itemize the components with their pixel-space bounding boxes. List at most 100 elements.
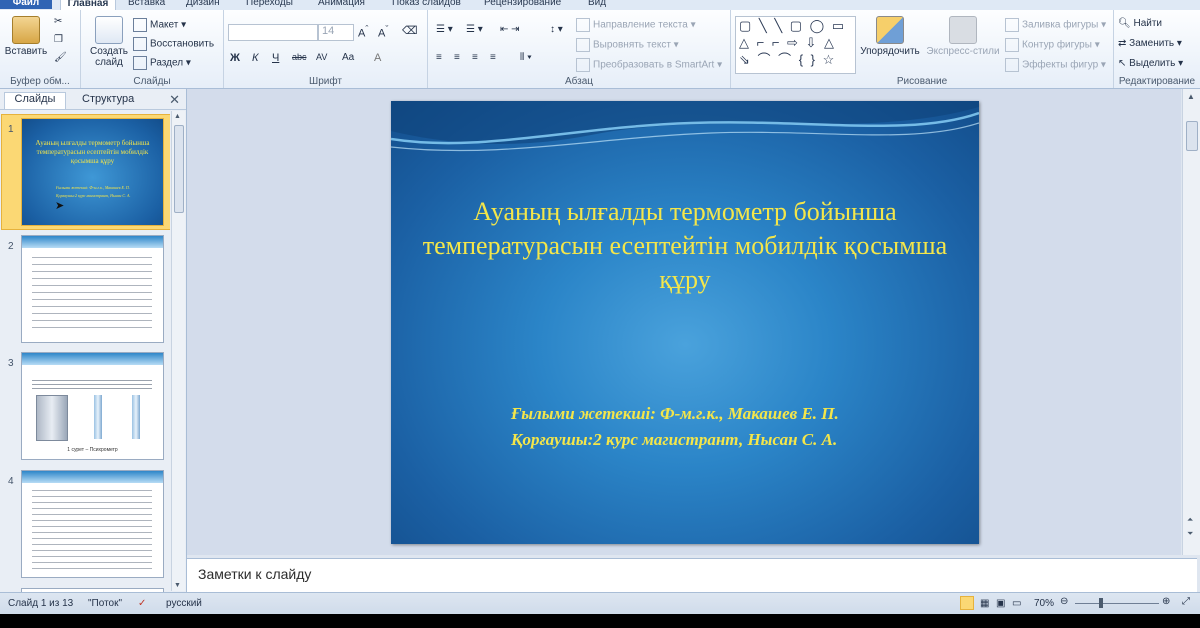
- ribbon: Вставить ✂ ❐ 🖌 Буфер обм... Создать слай…: [0, 10, 1200, 89]
- close-icon[interactable]: ✕: [169, 92, 180, 108]
- numbering-icon[interactable]: ☰ ▾: [466, 24, 483, 35]
- previous-slide-icon[interactable]: ⏶: [1187, 515, 1193, 525]
- fit-to-window-icon[interactable]: ⤢: [1182, 596, 1190, 607]
- tab-insert[interactable]: Вставка: [128, 0, 165, 9]
- tab-slides-pane[interactable]: Слайды: [4, 92, 66, 109]
- italic-button[interactable]: К: [252, 52, 258, 64]
- reset-button[interactable]: Восстановить: [133, 37, 214, 51]
- shapes-gallery[interactable]: ▢ ╲ ╲ ▢ ◯ ▭ △ ⌐ ⌐ ⇨ ⇩ △ ⇘ ⌒ ⌒ { } ☆: [735, 16, 856, 74]
- current-slide[interactable]: Ауаның ылғалды термометр бойынша темпера…: [391, 101, 979, 544]
- zoom-slider[interactable]: [1075, 598, 1159, 608]
- font-size-combo[interactable]: 14: [318, 24, 354, 41]
- text-direction-button[interactable]: Направление текста ▾: [576, 18, 696, 32]
- find-label: Найти: [1133, 18, 1163, 29]
- indent-icon[interactable]: ⇤ ⇥: [500, 24, 520, 35]
- quick-styles-label: Экспресс-стили: [926, 46, 1000, 57]
- align-text-button[interactable]: Выровнять текст ▾: [576, 38, 679, 52]
- thumb-header-wave: [22, 353, 163, 365]
- cut-icon[interactable]: ✂: [54, 16, 62, 27]
- tab-design[interactable]: Дизайн: [186, 0, 220, 9]
- smartart-label: Преобразовать в SmartArt: [593, 59, 715, 71]
- underline-button[interactable]: Ч: [272, 52, 279, 64]
- spacing-button[interactable]: AV: [316, 52, 327, 62]
- grow-font-icon[interactable]: Aˆ: [358, 24, 368, 40]
- copy-icon[interactable]: ❐: [54, 34, 63, 45]
- thumb-text-lines: [32, 487, 152, 571]
- align-center-icon[interactable]: ≡: [454, 52, 460, 63]
- tab-slideshow[interactable]: Показ слайдов: [392, 0, 461, 9]
- slide-title[interactable]: Ауаның ылғалды термометр бойынша темпера…: [411, 195, 959, 297]
- paste-icon: [12, 16, 40, 44]
- align-text-icon: [576, 38, 590, 52]
- replace-icon: ⇄: [1118, 38, 1130, 49]
- columns-icon[interactable]: ⫴ ▾: [520, 52, 532, 63]
- layout-icon: [133, 18, 147, 32]
- slide-sorter-icon[interactable]: ▦: [980, 598, 989, 609]
- shape-effects-button[interactable]: Эффекты фигур ▾: [1005, 58, 1106, 72]
- smartart-button[interactable]: Преобразовать в SmartArt ▾: [576, 58, 722, 72]
- tab-home[interactable]: Главная: [60, 0, 116, 10]
- scroll-up-icon[interactable]: ▲: [174, 113, 181, 120]
- paste-button[interactable]: Вставить: [4, 16, 48, 57]
- student-line: Қорғаушы:2 курс магистрант, Нысан С. А.: [511, 430, 838, 449]
- line-spacing-icon[interactable]: ↕ ▾: [550, 24, 563, 35]
- align-right-icon[interactable]: ≡: [472, 52, 478, 63]
- layout-button[interactable]: Макет ▾: [133, 18, 186, 32]
- reading-view-icon[interactable]: ▣: [996, 598, 1005, 609]
- slide-number: 3: [8, 358, 14, 369]
- new-slide-button[interactable]: Создать слайд: [85, 16, 133, 68]
- tab-transitions[interactable]: Переходы: [246, 0, 293, 9]
- slide-subtitle[interactable]: Ғылыми жетекші: Ф-м.г.к., Макашев Е. П. …: [511, 401, 951, 453]
- replace-button[interactable]: ⇄ Заменить ▾: [1118, 38, 1182, 49]
- zoom-slider-thumb[interactable]: [1099, 598, 1103, 608]
- clear-format-icon[interactable]: ⌫: [402, 24, 418, 37]
- group-editing: 🔍︎ Найти ⇄ Заменить ▾ ↖ Выделить ▾ Редак…: [1114, 10, 1200, 88]
- tab-review[interactable]: Рецензирование: [484, 0, 561, 9]
- thermometer-image: [132, 395, 140, 439]
- shrink-font-icon[interactable]: Aˇ: [378, 24, 388, 40]
- format-painter-icon[interactable]: 🖌: [54, 52, 67, 63]
- select-button[interactable]: ↖ Выделить ▾: [1118, 58, 1183, 69]
- font-size-value: 14: [322, 25, 335, 37]
- find-button[interactable]: 🔍︎ Найти: [1118, 18, 1162, 29]
- font-color-icon[interactable]: A: [374, 52, 381, 64]
- tab-view[interactable]: Вид: [588, 0, 606, 9]
- scroll-down-icon[interactable]: ▼: [174, 582, 181, 589]
- thermometer-image: [94, 395, 102, 439]
- font-name-combo[interactable]: [228, 24, 318, 41]
- tab-animation[interactable]: Анимация: [318, 0, 365, 9]
- quick-styles-button[interactable]: Экспресс-стили: [925, 16, 1001, 57]
- zoom-in-icon[interactable]: ⊕: [1162, 596, 1170, 607]
- thumb-subtitle-1: Ғылыми жетекші: Ф-м.г.к., Макашев Е. П.: [56, 185, 130, 190]
- next-slide-icon[interactable]: ⏷: [1187, 529, 1193, 539]
- scroll-thumb[interactable]: [1186, 121, 1198, 151]
- shape-fill-button[interactable]: Заливка фигуры ▾: [1005, 18, 1106, 32]
- notes-pane[interactable]: Заметки к слайду: [187, 558, 1197, 593]
- editing-group-label: Редактирование: [1118, 76, 1196, 87]
- spellcheck-icon[interactable]: ✓: [138, 598, 146, 609]
- drawing-group-label: Рисование: [896, 76, 948, 87]
- align-left-icon[interactable]: ≡: [436, 52, 442, 63]
- normal-view-icon[interactable]: [960, 596, 974, 610]
- thumbnail-list: 1 Ауаның ылғалды термометр бойынша темпе…: [0, 110, 170, 592]
- scroll-up-icon[interactable]: ▲: [1187, 92, 1195, 101]
- thumbnail-scrollbar[interactable]: ▲ ▼: [171, 111, 185, 591]
- shape-effects-icon: [1005, 58, 1019, 72]
- tab-outline-pane[interactable]: Структура: [82, 93, 134, 105]
- notes-placeholder: Заметки к слайду: [198, 566, 312, 582]
- tab-file[interactable]: Файл: [0, 0, 52, 9]
- strike-button[interactable]: abc: [292, 52, 307, 62]
- editor-scrollbar[interactable]: ▲ ⏶ ⏷: [1182, 89, 1200, 555]
- zoom-out-icon[interactable]: ⊖: [1060, 596, 1068, 607]
- arrange-button[interactable]: Упорядочить: [857, 16, 923, 57]
- language-label[interactable]: русский: [166, 598, 202, 609]
- zoom-level[interactable]: 70%: [1034, 598, 1054, 609]
- case-button[interactable]: Aa: [342, 52, 354, 63]
- bold-button[interactable]: Ж: [230, 52, 240, 64]
- bullets-icon[interactable]: ☰ ▾: [436, 24, 453, 35]
- slideshow-view-icon[interactable]: ▭: [1012, 598, 1021, 609]
- shape-outline-button[interactable]: Контур фигуры ▾: [1005, 38, 1100, 52]
- justify-icon[interactable]: ≡: [490, 52, 496, 63]
- section-button[interactable]: Раздел ▾: [133, 56, 191, 70]
- scroll-thumb[interactable]: [174, 125, 184, 213]
